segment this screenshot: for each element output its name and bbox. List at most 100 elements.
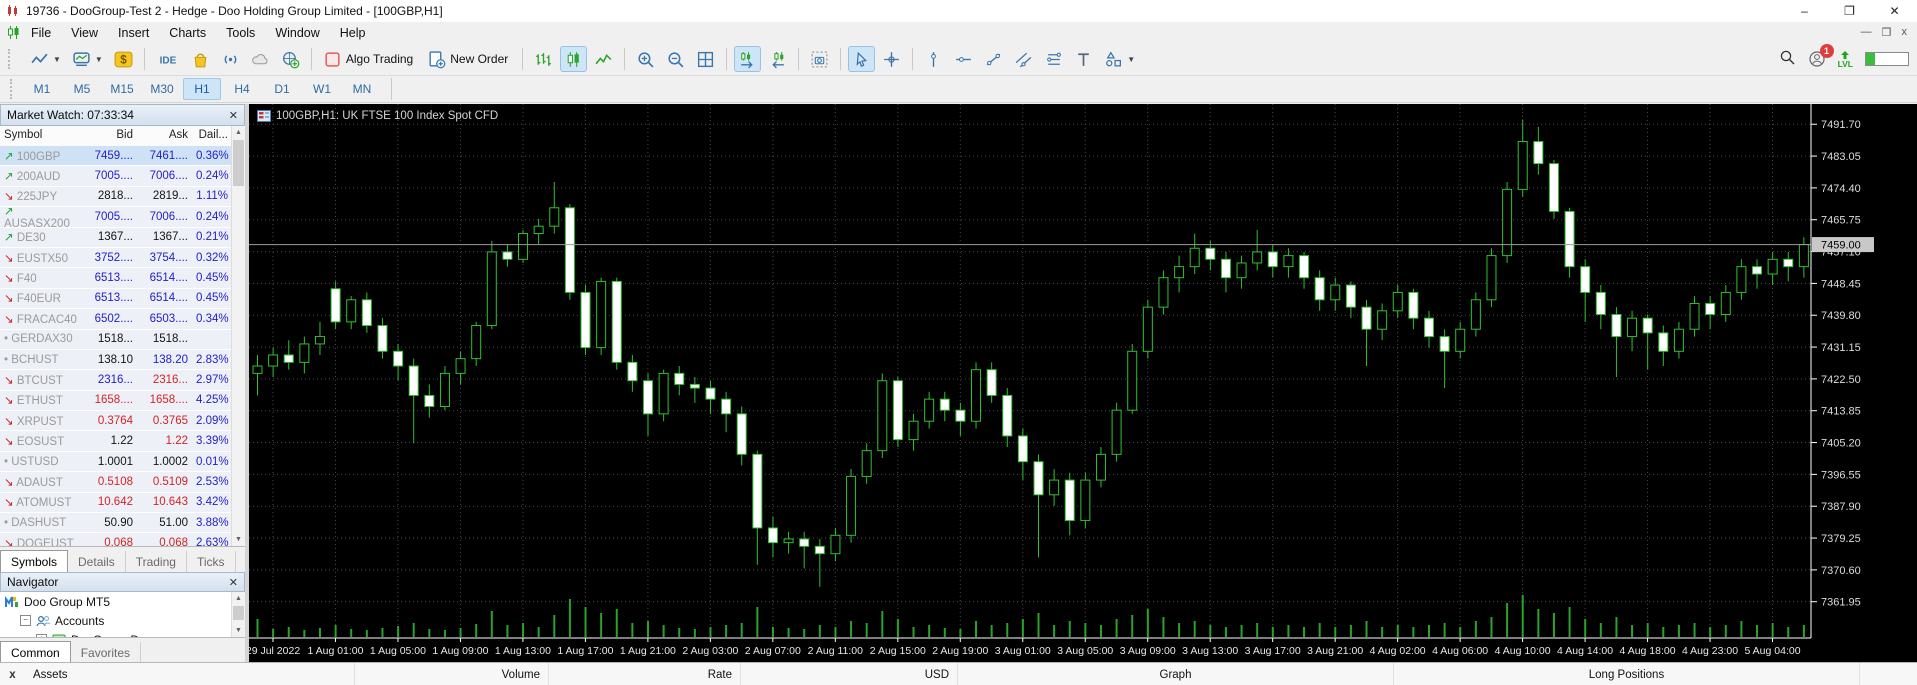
- timeframe-button-w1[interactable]: W1: [303, 78, 341, 100]
- market-watch-row-f40[interactable]: ↘ F406513....6514....0.45%: [0, 268, 232, 288]
- market-watch-row-dashust[interactable]: • DASHUST50.9051.003.88%: [0, 513, 232, 533]
- toolbox-column-assets[interactable]: Assets: [25, 663, 355, 685]
- dollar-button[interactable]: $: [110, 46, 137, 72]
- tab-details[interactable]: Details: [68, 551, 126, 573]
- timeframe-button-m15[interactable]: M15: [103, 78, 141, 100]
- menu-item-insert[interactable]: Insert: [108, 24, 159, 42]
- market-watch-row-gerdax30[interactable]: • GERDAX301518...1518...: [0, 330, 232, 350]
- toolbox-column-long-positions[interactable]: Long Positions: [1394, 663, 1860, 685]
- chart-window[interactable]: 7491.707483.057474.407465.757457.107448.…: [249, 104, 1917, 662]
- timeframe-button-m30[interactable]: M30: [143, 78, 181, 100]
- market-watch-row-bchust[interactable]: • BCHUST138.10138.202.83%: [0, 350, 232, 370]
- crosshair-button[interactable]: [878, 46, 905, 72]
- menu-item-window[interactable]: Window: [265, 24, 329, 42]
- market-watch-row-ausasx200[interactable]: ↗ AUSASX2007005....7006....0.24%: [0, 207, 232, 227]
- market-watch-header[interactable]: Market Watch: 07:33:34 ✕: [0, 104, 245, 126]
- navigator-item-doo-group-mt5[interactable]: Doo Group MT5: [0, 592, 232, 611]
- market-watch-row-ustusd[interactable]: • USTUSD1.00011.00020.01%: [0, 452, 232, 472]
- tab-trading[interactable]: Trading: [126, 551, 187, 573]
- navigator-item-accounts[interactable]: −Accounts: [0, 611, 232, 630]
- shapes-button[interactable]: ▼: [1100, 46, 1139, 72]
- menu-item-help[interactable]: Help: [330, 24, 376, 42]
- hline-button[interactable]: [950, 46, 977, 72]
- timeframe-button-mn[interactable]: MN: [343, 78, 381, 100]
- tab-symbols[interactable]: Symbols: [0, 550, 68, 574]
- toolbar-grip[interactable]: [8, 49, 15, 69]
- scroll-thumb[interactable]: [233, 606, 244, 620]
- fibo-button[interactable]: [1040, 46, 1067, 72]
- timeframe-grip[interactable]: [10, 79, 17, 99]
- window-maximize-button[interactable]: ❐: [1827, 0, 1872, 22]
- market-watch-row-fracac40[interactable]: ↘ FRACAC406502....6503....0.34%: [0, 309, 232, 329]
- mdi-close-button[interactable]: x: [1902, 26, 1908, 39]
- line-mode-button[interactable]: [590, 46, 617, 72]
- screenshot-button[interactable]: [806, 46, 833, 72]
- market-button[interactable]: [187, 46, 214, 72]
- navigator-item-doogroup-demo[interactable]: +DooGroup-Demo: [0, 630, 232, 637]
- market-watch-row-de30[interactable]: ↗ DE301367...1367...0.21%: [0, 228, 232, 248]
- column-header-symbol[interactable]: Symbol: [0, 126, 82, 146]
- scroll-down-icon[interactable]: ▼: [232, 624, 245, 637]
- chart-shift-button[interactable]: [764, 46, 791, 72]
- ide-button[interactable]: IDE: [152, 46, 184, 72]
- market-watch-close-icon[interactable]: ✕: [229, 109, 238, 122]
- market-watch-row-atomust[interactable]: ↘ ATOMUST10.64210.6433.42%: [0, 493, 232, 513]
- menu-item-file[interactable]: File: [21, 24, 61, 42]
- menu-item-tools[interactable]: Tools: [216, 24, 265, 42]
- market-watch-scrollbar[interactable]: ▲ ▼: [231, 126, 245, 546]
- zoom-in-button[interactable]: [632, 46, 659, 72]
- zoom-out-button[interactable]: [662, 46, 689, 72]
- navigator-header[interactable]: Navigator ✕: [0, 572, 245, 592]
- column-header-ask[interactable]: Ask: [137, 126, 192, 146]
- menu-item-view[interactable]: View: [61, 24, 108, 42]
- profiles-button[interactable]: ▼: [68, 46, 107, 72]
- market-watch-row-f40eur[interactable]: ↘ F40EUR6513....6514....0.45%: [0, 289, 232, 309]
- market-watch-row-btcust[interactable]: ↘ BTCUST2316...2316...2.97%: [0, 370, 232, 390]
- trendline-button[interactable]: [980, 46, 1007, 72]
- cursor-button[interactable]: [848, 46, 875, 72]
- signals-button[interactable]: [217, 46, 244, 72]
- timeframe-button-d1[interactable]: D1: [263, 78, 301, 100]
- bars-mode-button[interactable]: [530, 46, 557, 72]
- timeframe-button-h1[interactable]: H1: [183, 78, 221, 100]
- market-watch-column-headers[interactable]: SymbolBidAskDail...: [0, 126, 232, 147]
- column-header-daily[interactable]: Dail...: [192, 126, 232, 146]
- toolbox-column-graph[interactable]: Graph: [958, 663, 1394, 685]
- mdi-restore-button[interactable]: ❐: [1882, 26, 1892, 39]
- market-watch-row-dogeust[interactable]: ↘ DOGEUST0.0680.0682.63%: [0, 533, 232, 546]
- market-watch-row-200aud[interactable]: ↗ 200AUD7005....7006....0.24%: [0, 166, 232, 186]
- candles-mode-button[interactable]: [560, 46, 587, 72]
- market-watch-row-100gbp[interactable]: ↗ 100GBP7459....7461....0.36%: [0, 146, 232, 166]
- toolbox-close-icon[interactable]: x: [0, 669, 25, 681]
- lvl-icon[interactable]: LVL: [1838, 51, 1853, 68]
- vline-button[interactable]: [920, 46, 947, 72]
- menu-item-charts[interactable]: Charts: [159, 24, 216, 42]
- text-button[interactable]: [1070, 46, 1097, 72]
- algo-trading-button[interactable]: Algo Trading: [319, 46, 420, 72]
- tab-ticks[interactable]: Ticks: [187, 551, 236, 573]
- navigator-scrollbar[interactable]: ▲ ▼: [231, 592, 245, 637]
- candlestick-chart[interactable]: 7491.707483.057474.407465.757457.107448.…: [249, 104, 1917, 662]
- cloud-button[interactable]: [247, 46, 274, 72]
- vps-button[interactable]: [277, 46, 304, 72]
- toolbox-column-volume[interactable]: Volume: [355, 663, 549, 685]
- collapse-icon[interactable]: −: [20, 615, 31, 626]
- column-header-bid[interactable]: Bid: [82, 126, 137, 146]
- window-minimize-button[interactable]: –: [1782, 0, 1827, 22]
- community-user-icon[interactable]: 1: [1808, 50, 1826, 68]
- tab-favorites[interactable]: Favorites: [71, 642, 141, 664]
- market-watch-row-adaust[interactable]: ↘ ADAUST0.51080.51092.53%: [0, 472, 232, 492]
- market-watch-row-eosust[interactable]: ↘ EOSUST1.221.223.39%: [0, 431, 232, 451]
- scroll-down-icon[interactable]: ▼: [232, 533, 245, 546]
- window-close-button[interactable]: ✕: [1872, 0, 1917, 22]
- scroll-up-icon[interactable]: ▲: [232, 592, 245, 605]
- chart-type-button[interactable]: ▼: [26, 46, 65, 72]
- toolbox-column-usd[interactable]: USD: [741, 663, 958, 685]
- auto-scroll-button[interactable]: [734, 46, 761, 72]
- timeframe-button-m5[interactable]: M5: [63, 78, 101, 100]
- timeframe-button-h4[interactable]: H4: [223, 78, 261, 100]
- tile-windows-button[interactable]: [692, 46, 719, 72]
- mdi-minimize-button[interactable]: —: [1861, 26, 1872, 39]
- search-icon[interactable]: [1779, 49, 1796, 69]
- navigator-close-icon[interactable]: ✕: [229, 576, 238, 589]
